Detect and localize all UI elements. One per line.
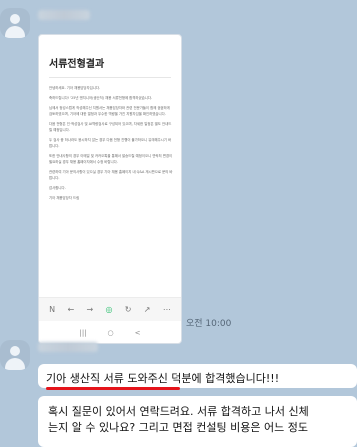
share-icon: ↗ — [143, 305, 151, 314]
screenshot-android-nav: ||| ○ < — [39, 323, 181, 343]
sender-avatar[interactable] — [0, 8, 30, 38]
avatar-head-shape — [10, 346, 20, 356]
red-underline-annotation — [46, 387, 180, 390]
sender-name-blurred — [38, 342, 98, 352]
forward-arrow-icon: → — [86, 305, 94, 314]
naver-icon: N — [49, 305, 56, 314]
back-icon: < — [134, 329, 141, 337]
screenshot-paragraph: 다음 전형은 인·적성검사 및 AI역량검사로 구성되어 있으며, 자세한 일정… — [49, 122, 172, 132]
more-icon: ⋯ — [162, 305, 171, 314]
home-icon: ○ — [107, 329, 114, 337]
recent-apps-icon: ||| — [79, 329, 87, 337]
avatar-body-shape — [5, 358, 25, 370]
screenshot-paragraph: 님께서 정성스럽게 작성해주신 지원서는 채용담당자와 관련 전문가들이 함께 … — [49, 106, 170, 116]
message-text-line: 는지 알 수 있나요? 그리고 면접 컨설팅 비용은 어느 정도 — [48, 421, 308, 434]
screenshot-paragraph: 축하드립니다! '25년 엔지니어(생산직) 채용 서류전형에 합격하셨습니다. — [49, 96, 153, 100]
screenshot-title: 서류전형결과 — [49, 59, 105, 70]
screenshot-paragraph: 관련하여 기아 문의사항이 있으실 경우 기아 채용 홈페이지 내 Q&A 게시… — [49, 170, 173, 180]
shared-screenshot-image[interactable]: 서류전형결과 안녕하세요. 기아 채용담당자입니다. 축하드립니다! '25년 … — [38, 34, 182, 344]
screenshot-paragraph: 두 검사 중 하나라도 응시하지 않는 경우 다음 전형 진행이 불가하오니 유… — [49, 138, 172, 148]
green-circle-icon: ◎ — [105, 305, 113, 314]
screenshot-paragraph: 또한 안내사항의 경우 이메일 및 카카오톡을 통해서 발송드릴 예정이오니 연… — [49, 154, 173, 164]
back-arrow-icon: ← — [67, 305, 75, 314]
screenshot-paragraph: 감사합니다. — [49, 186, 66, 190]
screenshot-paragraph: 기아 채용담당자 드림 — [49, 196, 80, 200]
screenshot-paragraph: 안녕하세요. 기아 채용담당자입니다. — [49, 86, 101, 90]
refresh-icon: ↻ — [124, 305, 132, 314]
avatar-body-shape — [5, 26, 25, 38]
sender-name-blurred — [38, 10, 90, 20]
screenshot-browser-toolbar: N ← → ◎ ↻ ↗ ⋯ — [39, 297, 181, 321]
message-timestamp: 오전 10:00 — [186, 319, 232, 329]
screenshot-body: 안녕하세요. 기아 채용담당자입니다. 축하드립니다! '25년 엔지니어(생산… — [49, 85, 173, 205]
message-bubble[interactable]: 기아 생산직 서류 도와주신 덕분에 합격했습니다!!! — [38, 364, 357, 388]
message-bubble[interactable]: 혹시 질문이 있어서 연락드려요. 서류 합격하고 나서 신체 는지 알 수 있… — [38, 396, 357, 447]
message-text: 기아 생산직 서류 도와주신 덕분에 합격했습니다!!! — [46, 372, 280, 385]
screenshot-divider — [49, 77, 171, 78]
avatar-head-shape — [10, 14, 20, 24]
message-text-line: 혹시 질문이 있어서 연락드려요. 서류 합격하고 나서 신체 — [48, 405, 309, 418]
sender-avatar[interactable] — [0, 340, 30, 370]
